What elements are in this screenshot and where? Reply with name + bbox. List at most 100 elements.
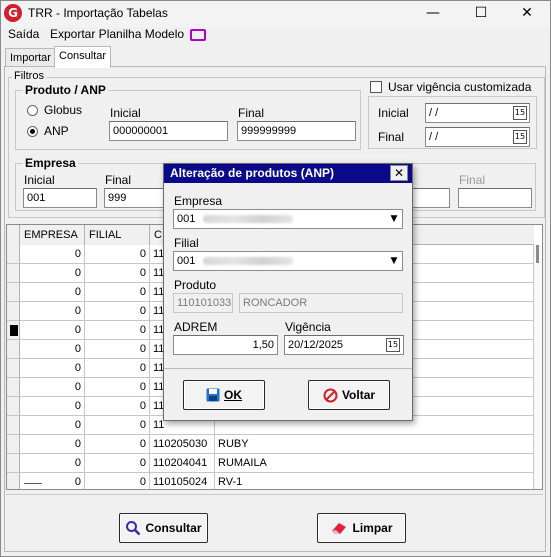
calendar-icon[interactable]: 15 (386, 338, 400, 352)
filters-label: Filtros (12, 70, 46, 82)
save-icon (206, 388, 220, 402)
consultar-button-label: Consultar (145, 521, 202, 535)
row-indicator[interactable] (7, 378, 20, 397)
empresa-inicial-label: Inicial (24, 173, 55, 187)
table-row[interactable]: 0 0 110204041 RUMAILA (7, 454, 534, 473)
row-indicator[interactable] (7, 283, 20, 302)
dialog-filial-select[interactable]: 001 ▼ (173, 251, 403, 271)
grid-scrollbar[interactable] (534, 245, 542, 489)
table-row[interactable]: 0 0 110105024 RV-1 (7, 473, 534, 489)
cell-filial[interactable]: 0 (85, 340, 150, 359)
produto-final-input[interactable]: 999999999 (237, 121, 356, 141)
table-row[interactable]: 0 0 110205030 RUBY (7, 435, 534, 454)
cell-empresa[interactable]: 0 (20, 416, 85, 435)
row-indicator[interactable] (7, 454, 20, 473)
radio-anp[interactable] (27, 126, 38, 137)
row-indicator[interactable] (7, 264, 20, 283)
dialog-produto-label: Produto (174, 278, 217, 292)
maximize-button[interactable]: ☐ (458, 1, 504, 25)
cell-codigo[interactable]: 110105024 (150, 473, 215, 489)
cell-empresa[interactable]: 0 (20, 378, 85, 397)
row-indicator[interactable] (7, 245, 20, 264)
header-empresa[interactable]: EMPRESA (20, 225, 85, 245)
vigencia-final-label: Final (378, 130, 405, 144)
cell-empresa[interactable]: 0 (20, 321, 85, 340)
actions-area (6, 494, 543, 550)
dialog-voltar-button[interactable]: Voltar (308, 380, 390, 410)
dialog-filial-value: 001 (177, 255, 196, 267)
menu-saida[interactable]: Saída (8, 27, 39, 41)
cell-empresa[interactable]: 0 (20, 397, 85, 416)
cell-empresa[interactable]: 0 (20, 435, 85, 454)
cell-filial[interactable]: 0 (85, 473, 150, 489)
filter-inicial-input[interactable] (412, 188, 450, 208)
minimize-button[interactable]: — (410, 1, 456, 25)
menu-exportar-planilha[interactable]: Exportar Planilha Modelo (50, 27, 184, 41)
current-row-marker (10, 325, 18, 336)
cell-empresa[interactable]: 0 (20, 264, 85, 283)
cell-empresa[interactable]: 0 (20, 245, 85, 264)
filter-final-input[interactable] (458, 188, 532, 208)
grid-scroll-thumb[interactable] (536, 245, 539, 263)
cell-produto[interactable]: RUMAILA (215, 454, 534, 473)
cell-codigo[interactable]: 110205030 (150, 435, 215, 454)
row-indicator[interactable] (7, 302, 20, 321)
cell-filial[interactable]: 0 (85, 435, 150, 454)
cell-filial[interactable]: 0 (85, 416, 150, 435)
empresa-final-input[interactable]: 999 (104, 188, 164, 208)
row-indicator[interactable] (7, 359, 20, 378)
grid-header-indicator (7, 225, 20, 245)
row-indicator[interactable] (7, 435, 20, 454)
dialog-ok-label: OK (224, 388, 242, 402)
monitor-icon[interactable] (190, 29, 206, 41)
cell-empresa[interactable]: 0 (20, 473, 85, 489)
vigencia-checkbox[interactable] (370, 81, 382, 93)
cell-produto[interactable]: RUBY (215, 435, 534, 454)
cell-filial[interactable]: 0 (85, 283, 150, 302)
cell-produto[interactable]: RV-1 (215, 473, 534, 489)
radio-globus[interactable] (27, 105, 38, 116)
dialog-ok-button[interactable]: OK (183, 380, 265, 410)
cell-codigo[interactable]: 110204041 (150, 454, 215, 473)
tab-importar[interactable]: Importar (5, 48, 56, 67)
cell-empresa[interactable]: 0 (20, 340, 85, 359)
dialog-empresa-select[interactable]: 001 ▼ (173, 209, 403, 229)
cell-filial[interactable]: 0 (85, 378, 150, 397)
cell-empresa[interactable]: 0 (20, 359, 85, 378)
dialog-adrem-input[interactable]: 1,50 (173, 335, 278, 355)
cell-empresa[interactable]: 0 (20, 454, 85, 473)
cell-filial[interactable]: 0 (85, 321, 150, 340)
limpar-button-label: Limpar (352, 521, 393, 535)
tab-consultar[interactable]: Consultar (54, 46, 112, 68)
empresa-inicial-input[interactable]: 001 (23, 188, 97, 208)
cell-filial[interactable]: 0 (85, 454, 150, 473)
cell-empresa[interactable]: 0 (20, 283, 85, 302)
radio-anp-label: ANP (44, 124, 69, 138)
cell-filial[interactable]: 0 (85, 264, 150, 283)
cell-filial[interactable]: 0 (85, 245, 150, 264)
row-indicator[interactable] (7, 340, 20, 359)
close-window-button[interactable]: ✕ (504, 1, 550, 25)
cell-empresa[interactable]: 0 (20, 302, 85, 321)
row-indicator[interactable] (7, 397, 20, 416)
calendar-icon[interactable]: 15 (513, 130, 527, 144)
calendar-icon[interactable]: 15 (513, 106, 527, 120)
cell-filial[interactable]: 0 (85, 397, 150, 416)
limpar-button[interactable]: Limpar (317, 513, 406, 543)
dialog-separator (164, 368, 412, 369)
produto-inicial-input[interactable]: 000000001 (109, 121, 228, 141)
chevron-down-icon[interactable]: ▼ (388, 255, 400, 267)
cell-filial[interactable]: 0 (85, 302, 150, 321)
dialog-close-button[interactable]: ✕ (390, 165, 408, 181)
header-filial[interactable]: FILIAL (85, 225, 150, 245)
chevron-down-icon[interactable]: ▼ (388, 213, 400, 225)
produto-group (15, 90, 361, 150)
no-entry-icon (323, 388, 338, 402)
row-indicator[interactable] (7, 473, 20, 489)
grid-hscroll-thumb[interactable] (24, 483, 42, 484)
row-indicator[interactable] (7, 321, 20, 340)
consultar-button[interactable]: Consultar (119, 513, 208, 543)
row-indicator[interactable] (7, 416, 20, 435)
magnifier-icon (126, 521, 141, 536)
cell-filial[interactable]: 0 (85, 359, 150, 378)
